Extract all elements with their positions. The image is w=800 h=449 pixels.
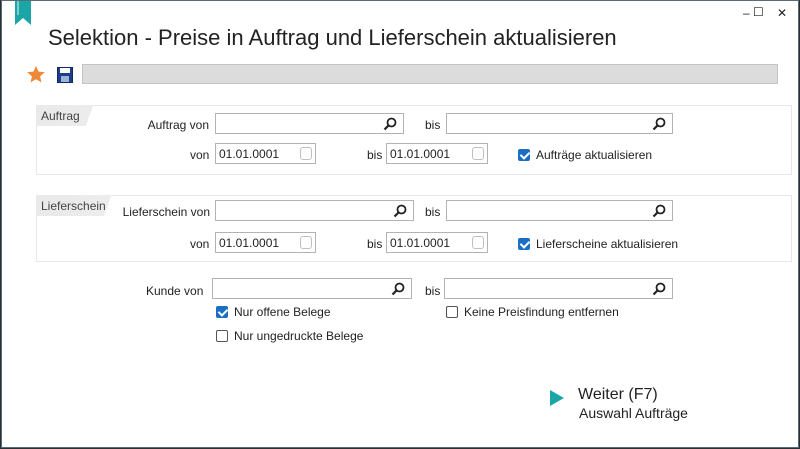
lieferschein-bis-label: bis [425, 205, 441, 219]
nur-ungedruckte-belege-checkbox[interactable]: Nur ungedruckte Belege [216, 329, 363, 343]
lieferschein-von-label: Lieferschein von [122, 205, 210, 219]
checkbox-unchecked[interactable] [216, 330, 228, 342]
calendar-icon[interactable] [472, 236, 484, 249]
kunde-von-label: Kunde von [146, 284, 204, 298]
kunde-von-input[interactable] [212, 278, 412, 299]
search-icon[interactable] [383, 117, 397, 131]
dialog-window: – ☐ ✕ Selektion - Preise in Auftrag und … [1, 0, 799, 448]
calendar-icon[interactable] [300, 147, 312, 160]
checkbox-checked[interactable] [518, 149, 530, 161]
auftrag-bis-label: bis [425, 118, 441, 132]
bookmark-icon[interactable] [15, 1, 31, 25]
auftrag-group: Auftrag [36, 105, 792, 175]
auftrag-date-bis-label: bis [367, 148, 383, 162]
lieferschein-bis-input[interactable] [446, 200, 673, 221]
lieferschein-date-von-input[interactable]: 01.01.0001 [215, 232, 316, 253]
auftrag-date-von-label: von [190, 148, 210, 162]
keine-preisfindung-checkbox[interactable]: Keine Preisfindung entfernen [446, 305, 619, 319]
search-icon[interactable] [393, 204, 407, 218]
kunde-bis-label: bis [425, 284, 441, 298]
minimize-button[interactable]: – [743, 6, 750, 20]
lieferschein-date-bis-input[interactable]: 01.01.0001 [386, 232, 488, 253]
maximize-button[interactable]: ☐ [753, 5, 764, 19]
close-button[interactable]: ✕ [777, 6, 787, 20]
lieferschein-date-bis-label: bis [367, 237, 383, 251]
calendar-icon[interactable] [300, 236, 312, 249]
checkbox-unchecked[interactable] [446, 306, 458, 318]
auftrag-date-bis-input[interactable]: 01.01.0001 [386, 143, 488, 164]
dialog-title: Selektion - Preise in Auftrag und Liefer… [48, 25, 617, 50]
search-icon[interactable] [391, 282, 405, 296]
auftrag-group-label: Auftrag [36, 105, 110, 126]
auftrag-date-von-input[interactable]: 01.01.0001 [215, 143, 316, 164]
calendar-icon[interactable] [472, 147, 484, 160]
search-icon[interactable] [652, 282, 666, 296]
checkbox-checked[interactable] [518, 238, 530, 250]
kunde-bis-input[interactable] [444, 278, 673, 299]
auftrag-bis-input[interactable] [446, 113, 673, 134]
lieferschein-date-von-label: von [190, 237, 210, 251]
auftrag-von-label: Auftrag von [147, 118, 209, 132]
toolbar-bar [82, 64, 778, 84]
star-icon[interactable] [26, 65, 46, 84]
auftraege-aktualisieren-checkbox[interactable]: Aufträge aktualisieren [518, 148, 652, 162]
lieferscheine-aktualisieren-checkbox[interactable]: Lieferscheine aktualisieren [518, 237, 678, 251]
checkbox-checked[interactable] [216, 306, 228, 318]
auftrag-von-input[interactable] [215, 113, 404, 134]
save-icon[interactable] [57, 67, 73, 83]
search-icon[interactable] [652, 117, 666, 131]
play-icon[interactable] [550, 390, 564, 406]
weiter-subtitle[interactable]: Auswahl Aufträge [579, 405, 688, 421]
lieferschein-von-input[interactable] [215, 200, 414, 221]
weiter-title[interactable]: Weiter (F7) [578, 386, 658, 404]
nur-offene-belege-checkbox[interactable]: Nur offene Belege [216, 305, 331, 319]
search-icon[interactable] [652, 204, 666, 218]
